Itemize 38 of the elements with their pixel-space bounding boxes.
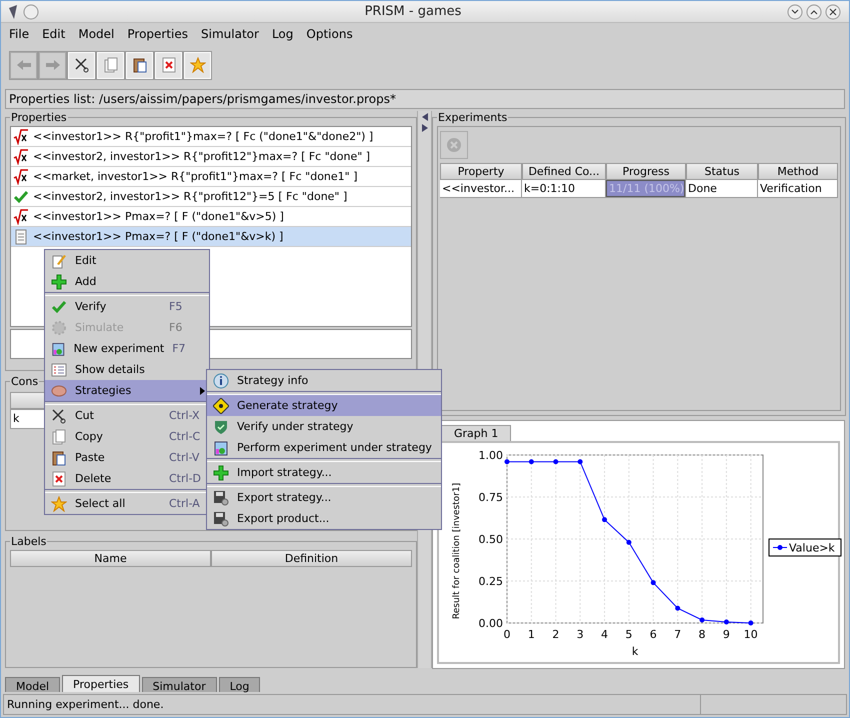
x-tick-label: 0 [504,628,510,641]
x-tick-label: 6 [650,628,657,641]
x-tick-label: 1 [528,628,535,641]
table-cell: <<investor... [440,180,522,198]
x-tick-label: 9 [722,628,730,641]
x-axis-title: k [632,645,638,658]
x-tick-label: 10 [744,628,758,641]
y-tick-label: 0.00 [478,617,503,630]
status-text: Running experiment... done. [6,697,165,713]
table-cell: Done [686,180,758,198]
property-formula: <<investor1>> R{"profit1"}max=? [ Fc ("done1"&"done2") ] [33,130,374,143]
legend: Value>k [768,538,842,556]
property-formula: <<market, investor1>> R{"profit1"}max=? [ Fc "done1" ] [33,170,358,183]
property-formula: <<investor1>> Pmax=? [ F ("done1"&v>5) ] [33,210,284,223]
x-tick-label: 5 [625,628,632,641]
property-formula: <<investor1>> Pmax=? [ F ("done1"&v>k) ] [33,230,284,243]
panel-title: Properties [10,111,68,124]
table-cell: Verification [758,180,838,198]
x-tick-label: 2 [552,628,560,641]
property-formula: <<investor2, investor1>> R{"profit12"}max=? [ Fc "done" ] [33,150,370,163]
window-title: PRISM - games [364,4,462,19]
panel-title: Experiments [437,111,508,124]
y-tick-label: 0.75 [478,491,503,504]
x-tick-label: 4 [601,628,608,641]
x-tick-label: 7 [674,628,682,641]
y-tick-label: 1.00 [478,449,503,462]
panel-title: Labels [10,535,48,548]
legend-label: Value>k [789,542,836,554]
y-tick-label: 0.25 [478,575,503,588]
file-path: Properties list: /users/aissim/papers/prismgames/investor.props* [5,89,845,109]
x-tick-label: 3 [576,628,584,641]
y-tick-label: 0.50 [478,533,503,546]
panel-title: Cons [10,375,40,388]
progress-text: 11/11 (100%) [608,182,684,195]
property-formula: <<investor2, investor1>> R{"profit12"}=5 [ Fc "done" ] [33,190,348,203]
x-tick-label: 8 [698,628,706,641]
table-cell: k=0:1:10 [522,180,606,198]
y-axis-title: Result for coalition [investor1] [452,482,462,620]
